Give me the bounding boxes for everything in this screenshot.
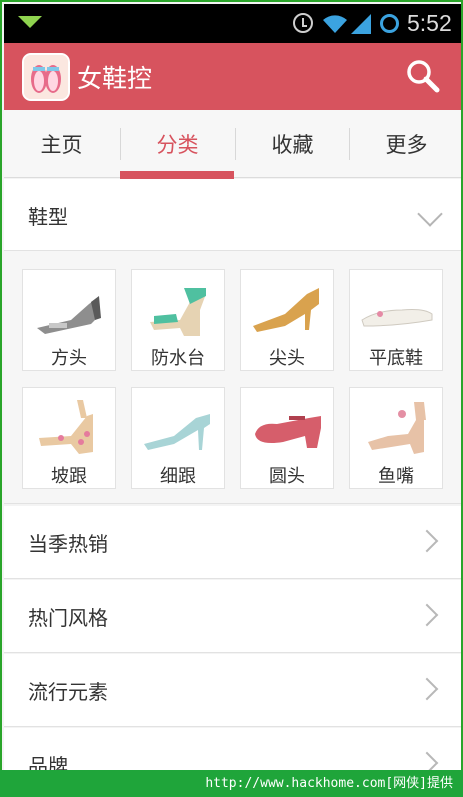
list-item-popular-styles[interactable]: 热门风格 xyxy=(4,580,461,653)
tab-category[interactable]: 分类 xyxy=(120,110,235,178)
status-bar: 5:52 xyxy=(4,4,461,43)
chevron-right-icon xyxy=(415,677,439,701)
shoe-type-item[interactable]: 方头 xyxy=(22,269,116,371)
notification-icon xyxy=(18,16,42,28)
signal-icon xyxy=(351,14,371,34)
round-toe-shoe-icon xyxy=(255,416,321,448)
tab-bar: 主页 分类 收藏 更多 xyxy=(4,110,461,178)
app-bar: 女鞋控 xyxy=(4,43,461,110)
list-item-seasonal-bestsellers[interactable]: 当季热销 xyxy=(4,506,461,579)
flat-shoe-icon xyxy=(361,309,433,327)
list-item-label: 流行元素 xyxy=(28,680,108,704)
shoe-type-label: 鱼嘴 xyxy=(378,466,414,487)
shoe-type-label: 平底鞋 xyxy=(369,348,423,369)
list-item-label: 热门风格 xyxy=(28,606,108,630)
alarm-icon xyxy=(293,13,313,33)
wedge-heel-shoe-icon xyxy=(39,400,93,454)
shoe-type-grid: 方头 防水台 尖头 平底鞋 坡跟 细跟 圆头 鱼嘴 xyxy=(4,250,461,504)
shoe-type-item[interactable]: 圆头 xyxy=(240,387,334,489)
shoe-type-item[interactable]: 鱼嘴 xyxy=(349,387,443,489)
app-screen: 5:52 女鞋控 主页 分类 收藏 更多 鞋型 方头 防水台 尖头 平底鞋 坡跟… xyxy=(0,0,463,797)
watermark-banner: http://www.hackhome.com[网侠]提供 xyxy=(0,770,463,797)
tab-home[interactable]: 主页 xyxy=(4,110,119,178)
shoe-type-item[interactable]: 尖头 xyxy=(240,269,334,371)
search-icon[interactable] xyxy=(404,57,442,95)
status-time: 5:52 xyxy=(407,10,452,36)
list-item-trending-elements[interactable]: 流行元素 xyxy=(4,654,461,727)
shoe-type-label: 坡跟 xyxy=(51,466,87,487)
shoe-type-label: 细跟 xyxy=(160,466,196,487)
peep-toe-shoe-icon xyxy=(368,402,426,454)
battery-icon xyxy=(380,14,399,33)
stiletto-heel-shoe-icon xyxy=(144,414,210,450)
app-logo-icon xyxy=(22,53,70,101)
shoe-type-item[interactable]: 防水台 xyxy=(131,269,225,371)
shoe-type-label: 防水台 xyxy=(151,348,205,369)
section-title: 鞋型 xyxy=(28,205,68,229)
chevron-right-icon xyxy=(415,529,439,553)
platform-shoe-icon xyxy=(150,288,206,336)
shoe-type-label: 圆头 xyxy=(269,466,305,487)
shoe-type-item[interactable]: 细跟 xyxy=(131,387,225,489)
shoe-type-label: 尖头 xyxy=(269,348,305,369)
list-item-label: 当季热销 xyxy=(28,532,108,556)
chevron-down-icon xyxy=(417,201,443,227)
shoe-type-label: 方头 xyxy=(51,348,87,369)
shoe-type-item[interactable]: 坡跟 xyxy=(22,387,116,489)
shoe-type-item[interactable]: 平底鞋 xyxy=(349,269,443,371)
tab-favorites[interactable]: 收藏 xyxy=(235,110,350,178)
active-tab-indicator xyxy=(120,171,234,179)
shoe-type-header[interactable]: 鞋型 xyxy=(4,179,461,250)
tab-more[interactable]: 更多 xyxy=(349,110,461,178)
pointed-toe-shoe-icon xyxy=(253,288,319,332)
square-toe-shoe-icon xyxy=(37,296,101,334)
wifi-icon xyxy=(323,15,347,33)
chevron-right-icon xyxy=(415,603,439,627)
app-title: 女鞋控 xyxy=(77,64,153,93)
